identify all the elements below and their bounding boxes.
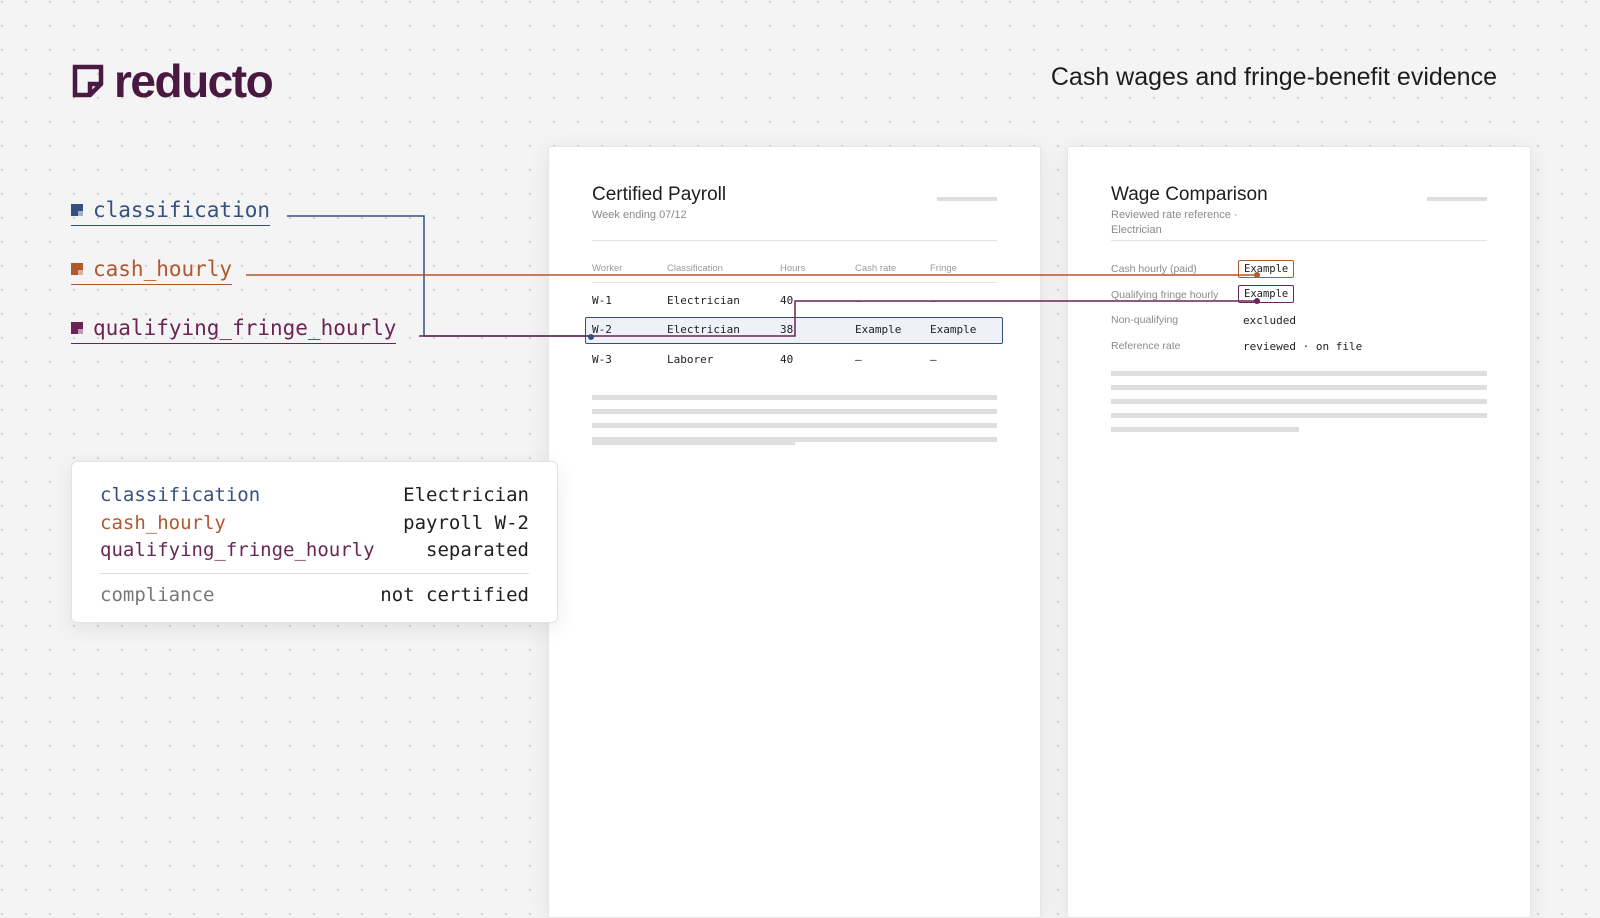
column-header: Classification (667, 263, 723, 274)
brand-name: reducto (114, 55, 274, 107)
table-cell: Example (855, 323, 902, 336)
column-header: Hours (780, 263, 806, 274)
summary-row: cash_hourly payroll W-2 (100, 510, 529, 538)
field-cash-hourly[interactable]: cash_hourly (71, 257, 233, 285)
cash-hourly-value-tag[interactable]: Example (1238, 260, 1295, 278)
classification-swatch-icon (71, 204, 83, 216)
field-label: cash_hourly (93, 257, 233, 281)
summary-value: Electrician (403, 484, 529, 506)
document-divider (592, 240, 997, 241)
document-title: Certified Payroll (592, 184, 727, 205)
wage-comparison-document: Wage Comparison Reviewed rate reference … (1067, 146, 1531, 918)
extraction-summary-card: classification Electrician cash_hourly p… (71, 461, 558, 623)
reducto-logo-icon (72, 64, 104, 98)
summary-row: qualifying_fringe_hourly separated (100, 537, 529, 565)
table-cell: W-3 (592, 353, 612, 366)
column-header: Fringe (930, 263, 957, 274)
certified-payroll-document: Certified Payroll Week ending 07/12 Work… (548, 146, 1041, 918)
column-header: Worker (592, 263, 623, 274)
summary-key: classification (100, 484, 261, 506)
document-placeholder-bar (1427, 197, 1487, 201)
placeholder-text-line (592, 395, 997, 400)
document-placeholder-bar (937, 197, 997, 201)
field-classification[interactable]: classification (71, 198, 271, 226)
cash-hourly-swatch-icon (71, 263, 83, 275)
summary-key: qualifying_fringe_hourly (100, 539, 375, 561)
table-cell: Electrician (667, 294, 740, 307)
table-cell: Example (930, 323, 977, 336)
table-cell: — (930, 353, 937, 366)
placeholder-text-line (592, 409, 997, 414)
placeholder-text-line (592, 423, 997, 428)
column-header: Cash rate (855, 263, 897, 274)
page-title: Cash wages and fringe-benefit evidence (1050, 63, 1497, 91)
placeholder-text-line (1111, 385, 1487, 390)
comparison-label: Cash hourly (paid) (1111, 263, 1197, 275)
placeholder-text-line (1111, 399, 1487, 404)
document-subtitle-line: Reviewed rate reference · (1111, 209, 1238, 221)
table-cell: Electrician (667, 323, 740, 336)
table-cell: — (930, 294, 937, 307)
comparison-label: Reference rate (1111, 340, 1181, 352)
qualifying-fringe-swatch-icon (71, 322, 83, 334)
document-subtitle: Week ending 07/12 (592, 209, 687, 221)
document-title: Wage Comparison (1111, 184, 1268, 205)
comparison-label: Non-qualifying (1111, 314, 1179, 326)
comparison-value: reviewed · on file (1243, 340, 1363, 353)
document-subtitle-line: Electrician (1111, 224, 1162, 236)
comparison-value: excluded (1243, 314, 1296, 327)
compliance-value: not certified (380, 583, 529, 606)
field-label: qualifying_fringe_hourly (93, 316, 397, 340)
table-cell: W-2 (592, 323, 612, 336)
placeholder-text-line (1111, 427, 1299, 432)
summary-value: separated (426, 539, 529, 561)
placeholder-text-line (1111, 371, 1487, 376)
table-cell: W-1 (592, 294, 612, 307)
table-cell: — (855, 353, 862, 366)
compliance-key: compliance (100, 583, 215, 606)
table-cell: 40 (780, 353, 794, 366)
document-divider (1111, 240, 1487, 241)
table-cell: 38 (780, 323, 794, 336)
placeholder-text-line (1111, 413, 1487, 418)
summary-value: payroll W-2 (403, 511, 529, 534)
document-subtitle: Reviewed rate reference · Electrician (1111, 208, 1238, 238)
summary-key: cash_hourly (100, 511, 226, 534)
comparison-label: Qualifying fringe hourly (1111, 289, 1219, 301)
field-label: classification (93, 198, 271, 222)
summary-divider (100, 572, 529, 574)
fringe-hourly-value-tag[interactable]: Example (1238, 285, 1295, 303)
summary-row: classification Electrician (100, 482, 529, 510)
table-header-divider (592, 282, 997, 283)
table-cell: — (855, 294, 862, 307)
table-cell: Laborer (667, 353, 714, 366)
field-qualifying-fringe-hourly[interactable]: qualifying_fringe_hourly (71, 316, 397, 344)
table-cell: 40 (780, 294, 794, 307)
placeholder-text-line (592, 440, 795, 445)
compliance-row: compliance not certified (100, 582, 529, 610)
brand-logo: reducto (72, 55, 274, 107)
